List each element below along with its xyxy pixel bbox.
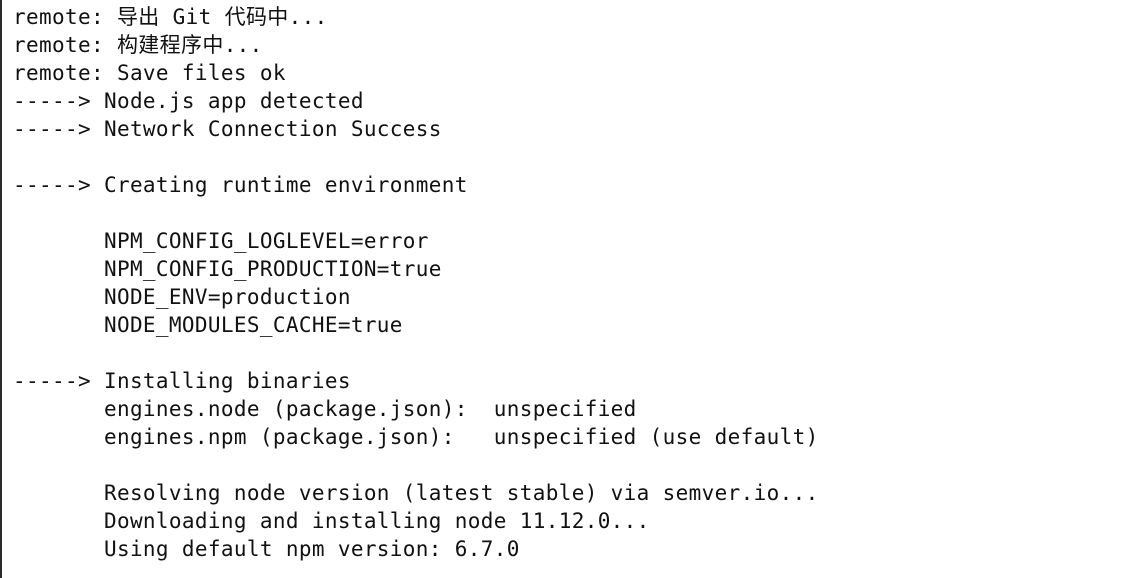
terminal-line: -----> Network Connection Success — [13, 117, 442, 141]
terminal-line: remote: Save files ok — [13, 61, 286, 85]
terminal-line: -----> Node.js app detected — [13, 89, 364, 113]
terminal-line: -----> Installing binaries — [13, 369, 351, 393]
terminal-output[interactable]: remote: 导出 Git 代码中... remote: 构建程序中... r… — [0, 0, 1126, 578]
terminal-line: NPM_CONFIG_LOGLEVEL=error — [13, 229, 429, 253]
terminal-line: -----> Creating runtime environment — [13, 173, 468, 197]
terminal-line: Using default npm version: 6.7.0 — [13, 537, 520, 561]
terminal-line: NODE_ENV=production — [13, 285, 351, 309]
terminal-line: engines.node (package.json): unspecified — [13, 397, 637, 421]
terminal-line: Resolving node version (latest stable) v… — [13, 481, 819, 505]
terminal-line: Downloading and installing node 11.12.0.… — [13, 509, 650, 533]
terminal-line: NPM_CONFIG_PRODUCTION=true — [13, 257, 442, 281]
terminal-line: NODE_MODULES_CACHE=true — [13, 313, 403, 337]
terminal-line: engines.npm (package.json): unspecified … — [13, 425, 819, 449]
terminal-line: remote: 构建程序中... — [13, 33, 263, 57]
terminal-line: remote: 导出 Git 代码中... — [13, 5, 328, 29]
